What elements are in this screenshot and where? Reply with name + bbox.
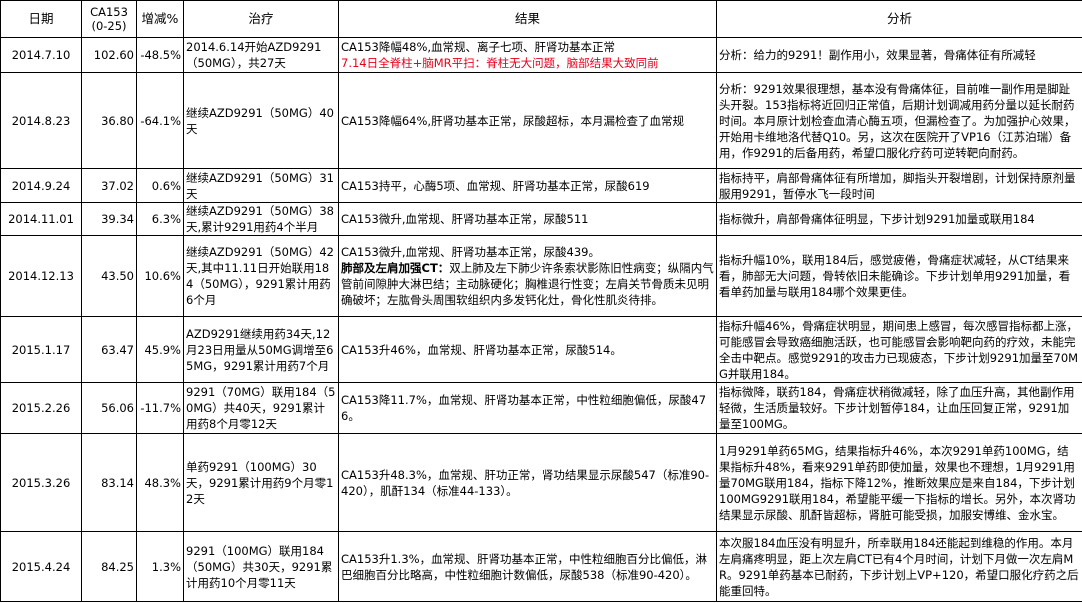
cell-result: CA153升1.3%，血常规、肝肾功基本正常，中性粒细胞百分比偏低，淋巴细胞百分… [338, 531, 717, 602]
cell-ca153: 63.47 [81, 316, 137, 383]
cell-analysis: 指标升幅10%，联用184后，感觉疲倦，骨痛症状减轻，从CT结果来看，肺部无大问… [716, 235, 1082, 317]
cell-ca153: 84.25 [81, 531, 137, 602]
cell-change: 48.3% [136, 433, 184, 532]
cell-treatment: 9291（100MG）联用184（50MG）共30天，9291累计用药10个月零… [183, 531, 339, 602]
table-row: 2015.1.17 63.47 45.9% AZD9291继续用药34天,12月… [0, 316, 1082, 383]
cell-ca153: 39.34 [81, 202, 137, 236]
header-result: 结果 [338, 0, 717, 38]
cell-change: -48.5% [136, 37, 184, 73]
table-row: 2015.2.26 56.06 -11.7% 9291（70MG）联用184（5… [0, 382, 1082, 434]
result-text: CA153降幅48%,血常规、离子七项、肝肾功基本正常 [341, 40, 616, 54]
cell-result: CA153降11.7%，血常规、肝肾功基本正常，中性粒细胞偏低，尿酸476。 [338, 382, 717, 434]
cell-analysis: 分析：给力的9291！副作用小，效果显著，骨痛体征有所减轻 [716, 37, 1082, 73]
cell-ca153: 102.60 [81, 37, 137, 73]
header-row: 日期 CA153 (0-25) 增减% 治疗 结果 分析 [0, 0, 1082, 38]
cell-ca153: 56.06 [81, 382, 137, 434]
table-row: 2015.3.26 83.14 48.3% 单药9291（100MG）30天，9… [0, 433, 1082, 532]
medical-record-table: 日期 CA153 (0-25) 增减% 治疗 结果 分析 2014.7.10 1… [0, 0, 1082, 602]
cell-treatment: 继续AZD9291（50MG）38天,累计9291用药4个半月 [183, 202, 339, 236]
cell-change: 6.3% [136, 202, 184, 236]
cell-date: 2014.11.01 [0, 202, 82, 236]
table-row: 2014.9.24 37.02 0.6% 继续AZD9291（50MG）31天 … [0, 168, 1082, 203]
cell-change: 10.6% [136, 235, 184, 317]
table-row: 2015.4.24 84.25 1.3% 9291（100MG）联用184（50… [0, 531, 1082, 602]
cell-ca153: 36.80 [81, 72, 137, 169]
header-ca153-range: (0-25) [91, 19, 127, 33]
cell-date: 2014.12.13 [0, 235, 82, 317]
cell-treatment: 单药9291（100MG）30天，9291累计用药9个月零12天 [183, 433, 339, 532]
cell-treatment: 继续AZD9291（50MG）40天 [183, 72, 339, 169]
cell-analysis: 指标微升，肩部骨痛体征明显，下步计划9291加量或联用184 [716, 202, 1082, 236]
cell-change: 45.9% [136, 316, 184, 383]
cell-date: 2015.4.24 [0, 531, 82, 602]
cell-treatment: 2014.6.14开始AZD9291（50MG），共27天 [183, 37, 339, 73]
cell-change: 0.6% [136, 168, 184, 203]
cell-analysis: 分析：9291效果很理想，基本没有骨痛体征，目前唯一副作用是脚趾头开裂。153指… [716, 72, 1082, 169]
cell-date: 2015.2.26 [0, 382, 82, 434]
cell-result: CA153降幅48%,血常规、离子七项、肝肾功基本正常 7.14日全脊柱+脑MR… [338, 37, 717, 73]
table-row: 2014.8.23 36.80 -64.1% 继续AZD9291（50MG）40… [0, 72, 1082, 169]
cell-result: CA153微升,血常规、肝肾功基本正常，尿酸439。 肺部及左肩加强CT：双上肺… [338, 235, 717, 317]
cell-result: CA153降幅64%,肝肾功基本正常，尿酸超标，本月漏检查了血常规 [338, 72, 717, 169]
cell-date: 2014.7.10 [0, 37, 82, 73]
cell-result: CA153微升,血常规、肝肾功基本正常，尿酸511 [338, 202, 717, 236]
cell-ca153: 83.14 [81, 433, 137, 532]
cell-change: -11.7% [136, 382, 184, 434]
header-date: 日期 [0, 0, 82, 38]
header-analysis: 分析 [716, 0, 1082, 38]
header-treatment: 治疗 [183, 0, 339, 38]
cell-change: 1.3% [136, 531, 184, 602]
cell-treatment: 继续AZD9291（50MG）31天 [183, 168, 339, 203]
cell-change: -64.1% [136, 72, 184, 169]
cell-result: CA153升48.3%，血常规、肝功正常，肾功结果显示尿酸547（标准90-42… [338, 433, 717, 532]
cell-analysis: 指标微降，联药184，骨痛症状稍微减轻，除了血压升高，其他副作用轻微，生活质量较… [716, 382, 1082, 434]
cell-treatment: AZD9291继续用药34天,12月23日用量从50MG调增至65MG，9291… [183, 316, 339, 383]
cell-analysis: 1月9291单药65MG，结果指标升46%，本次9291单药100MG，结果指标… [716, 433, 1082, 532]
cell-date: 2015.1.17 [0, 316, 82, 383]
cell-treatment: 继续AZD9291（50MG）42天,其中11.11日开始联用184（50MG）… [183, 235, 339, 317]
result-ct-heading: 肺部及左肩加强CT： [341, 261, 450, 275]
cell-date: 2014.9.24 [0, 168, 82, 203]
cell-treatment: 9291（70MG）联用184（50MG）共40天，9291累计用药8个月零12… [183, 382, 339, 434]
cell-date: 2014.8.23 [0, 72, 82, 169]
result-highlight: 7.14日全脊柱+脑MR平扫：脊柱无大问题，脑部结果大致同前 [341, 56, 659, 70]
cell-analysis: 指标持平，肩部骨痛体征有所增加，脚指头开裂增剧，计划保持原剂量服用9291，暂停… [716, 168, 1082, 203]
cell-result: CA153持平，心酶5项、血常规、肝肾功基本正常，尿酸619 [338, 168, 717, 203]
table-row: 2014.7.10 102.60 -48.5% 2014.6.14开始AZD92… [0, 37, 1082, 73]
header-increase: 增减% [136, 0, 184, 38]
cell-ca153: 37.02 [81, 168, 137, 203]
cell-date: 2015.3.26 [0, 433, 82, 532]
cell-ca153: 43.50 [81, 235, 137, 317]
result-text: CA153微升,血常规、肝肾功基本正常，尿酸439。 [341, 245, 600, 259]
table-row: 2014.11.01 39.34 6.3% 继续AZD9291（50MG）38天… [0, 202, 1082, 236]
cell-analysis: 本次服184血压没有明显升，所幸联用184还能起到维稳的作用。本月左肩痛疼明显，… [716, 531, 1082, 602]
cell-analysis: 指标升幅46%，骨痛症状明显，期间患上感冒，每次感冒指标都上涨，可能感冒会导致癌… [716, 316, 1082, 383]
header-ca153: CA153 (0-25) [81, 0, 137, 38]
cell-result: CA153升46%，血常规、肝肾功基本正常，尿酸514。 [338, 316, 717, 383]
header-ca153-name: CA153 [90, 5, 128, 19]
table-row: 2014.12.13 43.50 10.6% 继续AZD9291（50MG）42… [0, 235, 1082, 317]
